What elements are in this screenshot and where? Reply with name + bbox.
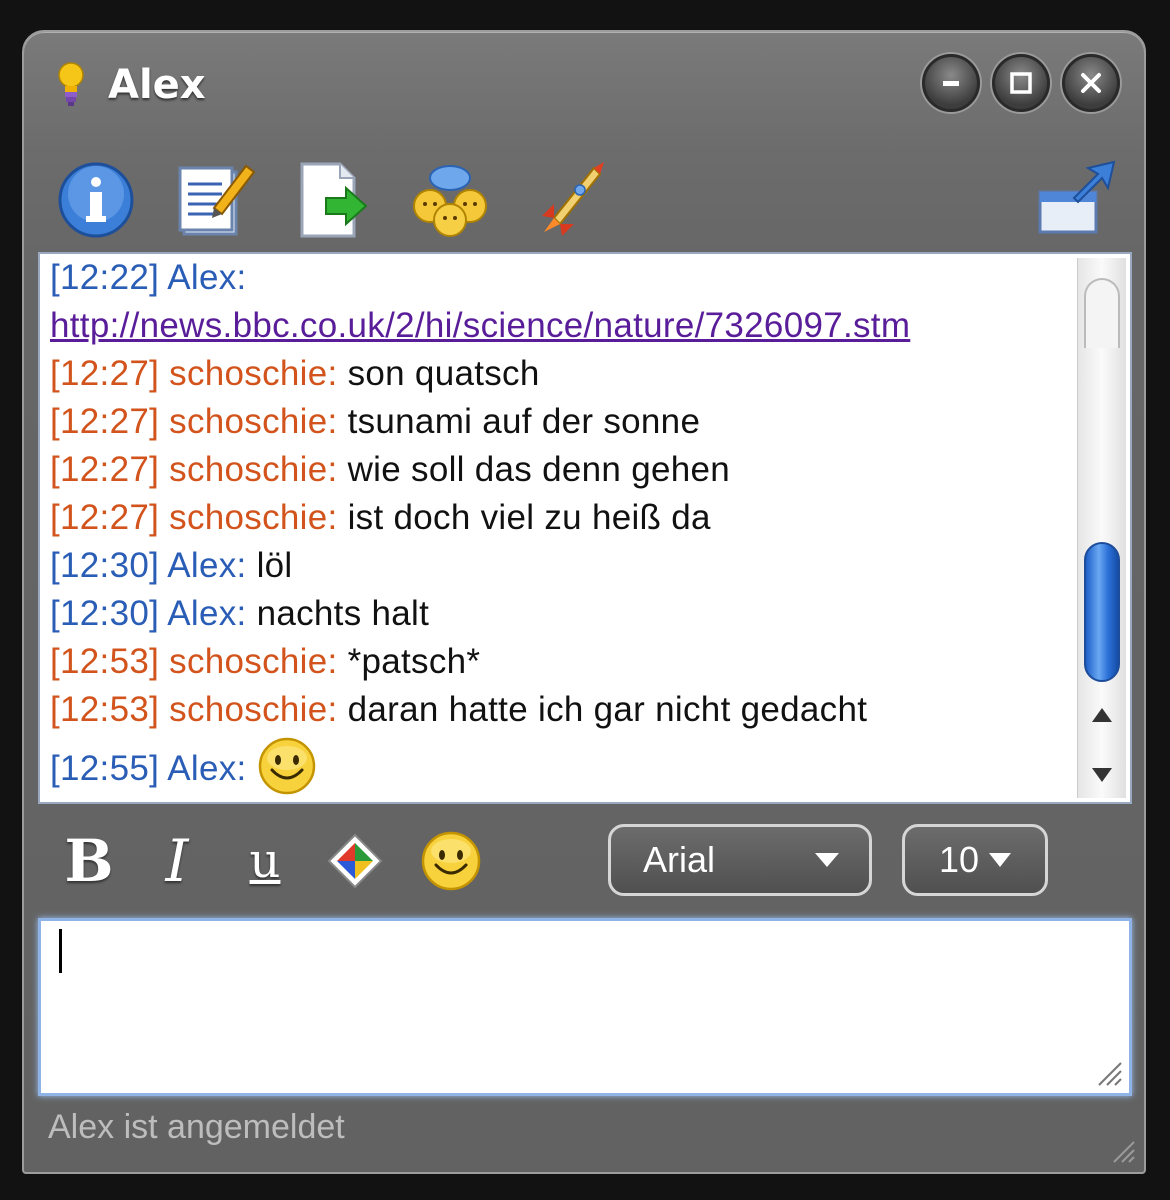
- message-text: ist doch viel zu heiß da: [347, 498, 711, 537]
- message-sender: schoschie:: [169, 354, 338, 393]
- send-file-button[interactable]: [290, 158, 374, 242]
- resize-grip-icon[interactable]: [1095, 1059, 1123, 1087]
- chat-window: Alex [12:22] Alex: http://news.bbc.co.uk…: [22, 30, 1146, 1174]
- message-line: [12:53] schoschie: daran hatte ich gar n…: [50, 686, 1070, 734]
- message-text: löl: [256, 546, 293, 585]
- info-icon: [58, 162, 134, 238]
- italic-button[interactable]: I: [142, 826, 212, 896]
- message-sender: Alex:: [167, 594, 247, 633]
- message-sender: schoschie:: [169, 498, 338, 537]
- underline-button[interactable]: u: [230, 826, 300, 896]
- message-time: [12:53]: [50, 690, 160, 729]
- message-time: [12:53]: [50, 642, 160, 681]
- maximize-icon: [1010, 72, 1032, 94]
- message-time: [12:27]: [50, 354, 160, 393]
- message-line: [12:27] schoschie: tsunami auf der sonne: [50, 398, 1070, 446]
- window-resize-grip-icon[interactable]: [1110, 1138, 1136, 1164]
- color-picker-icon: [327, 833, 383, 889]
- scroll-up-icon[interactable]: [1088, 702, 1116, 730]
- scroll-down-icon[interactable]: [1088, 760, 1116, 788]
- message-line: [12:30] Alex: löl: [50, 542, 1070, 590]
- message-time: [12:27]: [50, 402, 160, 441]
- message-text: tsunami auf der sonne: [347, 402, 701, 441]
- message-link[interactable]: http://news.bbc.co.uk/2/hi/science/natur…: [50, 306, 910, 345]
- message-sender: Alex:: [167, 258, 247, 297]
- font-family-dropdown[interactable]: Arial: [608, 824, 872, 896]
- message-text: *patsch*: [347, 642, 481, 681]
- message-sender: schoschie:: [169, 402, 338, 441]
- message-time: [12:22]: [50, 258, 160, 297]
- message-time: [12:30]: [50, 546, 160, 585]
- status-text: Alex ist angemeldet: [48, 1108, 345, 1146]
- title-bar[interactable]: Alex: [24, 32, 1144, 142]
- group-chat-icon: [413, 165, 487, 237]
- message-time: [12:55]: [50, 749, 160, 788]
- group-chat-button[interactable]: [408, 158, 492, 242]
- message-line: [12:22] Alex:: [50, 254, 1070, 302]
- font-size-dropdown[interactable]: 10: [902, 824, 1048, 896]
- message-time: [12:27]: [50, 498, 160, 537]
- message-sender: schoschie:: [169, 690, 338, 729]
- message-text: son quatsch: [347, 354, 540, 393]
- smiley-icon: [421, 831, 481, 891]
- italic-label: I: [165, 827, 189, 895]
- message-text: nachts halt: [256, 594, 430, 633]
- message-line: [12:27] schoschie: son quatsch: [50, 350, 1070, 398]
- message-line: [12:53] schoschie: *patsch*: [50, 638, 1070, 686]
- chevron-down-icon: [815, 853, 839, 867]
- message-input[interactable]: [38, 918, 1132, 1096]
- send-file-icon: [300, 162, 368, 238]
- chevron-down-icon: [989, 853, 1011, 867]
- info-button[interactable]: [54, 158, 138, 242]
- close-button[interactable]: [1062, 54, 1120, 112]
- message-line: [12:30] Alex: nachts halt: [50, 590, 1070, 638]
- maximize-button[interactable]: [992, 54, 1050, 112]
- message-sender: Alex:: [167, 546, 247, 585]
- chat-log[interactable]: [12:22] Alex: http://news.bbc.co.uk/2/hi…: [38, 252, 1132, 804]
- lightbulb-icon: [54, 60, 88, 110]
- edit-notes-icon: [178, 164, 256, 236]
- scroll-thumb[interactable]: [1084, 542, 1120, 682]
- rocket-button[interactable]: [524, 158, 608, 242]
- message-sender: schoschie:: [169, 642, 338, 681]
- message-line: http://news.bbc.co.uk/2/hi/science/natur…: [50, 302, 1070, 350]
- toolbar: [24, 150, 1144, 250]
- notes-button[interactable]: [174, 158, 258, 242]
- message-line: [12:27] schoschie: wie soll das denn geh…: [50, 446, 1070, 494]
- message-text: daran hatte ich gar nicht gedacht: [347, 690, 868, 729]
- message-text: wie soll das denn gehen: [347, 450, 731, 489]
- message-sender: schoschie:: [169, 450, 338, 489]
- scroll-track-cap: [1084, 278, 1120, 348]
- minimize-icon: [943, 81, 959, 86]
- emoticon-button[interactable]: [414, 826, 488, 896]
- window-title: Alex: [108, 62, 206, 108]
- message-sender: Alex:: [167, 749, 247, 788]
- bold-button[interactable]: B: [54, 826, 124, 896]
- bold-label: B: [64, 827, 114, 895]
- text-cursor: [59, 929, 62, 973]
- chat-scrollbar[interactable]: [1077, 258, 1126, 798]
- format-toolbar: B I u Arial 10: [24, 818, 1144, 908]
- rocket-icon: [542, 162, 604, 236]
- underline-label: u: [249, 833, 281, 889]
- color-button[interactable]: [320, 826, 390, 896]
- message-line: [12:27] schoschie: ist doch viel zu heiß…: [50, 494, 1070, 542]
- message-list: [12:22] Alex: http://news.bbc.co.uk/2/hi…: [50, 254, 1070, 802]
- font-family-value: Arial: [643, 839, 716, 880]
- message-time: [12:30]: [50, 594, 160, 633]
- minimize-button[interactable]: [922, 54, 980, 112]
- smiley-icon: [257, 736, 317, 796]
- popout-icon: [1038, 160, 1116, 234]
- font-size-value: 10: [939, 839, 980, 880]
- close-icon: [1081, 73, 1101, 93]
- message-line: [12:55] Alex:: [50, 734, 1070, 802]
- popout-button[interactable]: [1034, 158, 1118, 242]
- message-time: [12:27]: [50, 450, 160, 489]
